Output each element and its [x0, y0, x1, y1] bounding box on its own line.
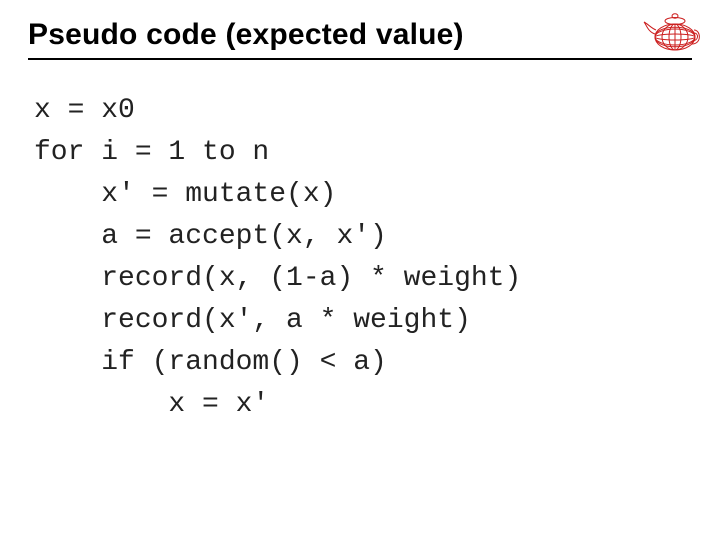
slide-title: Pseudo code (expected value)	[28, 18, 692, 52]
code-line: x' = mutate(x)	[34, 179, 336, 210]
slide-header: Pseudo code (expected value)	[0, 0, 720, 76]
code-line: a = accept(x, x')	[34, 221, 387, 252]
code-block: x = x0 for i = 1 to n x' = mutate(x) a =…	[0, 76, 720, 426]
code-line: x = x0	[34, 95, 135, 126]
header-divider	[28, 58, 692, 60]
teapot-icon	[642, 10, 702, 58]
code-line: for i = 1 to n	[34, 137, 269, 168]
code-line: record(x, (1-a) * weight)	[34, 263, 521, 294]
code-line: record(x', a * weight)	[34, 305, 471, 336]
code-line: if (random() < a)	[34, 347, 387, 378]
slide: Pseudo code (expected value)	[0, 0, 720, 540]
code-line: x = x'	[34, 389, 269, 420]
